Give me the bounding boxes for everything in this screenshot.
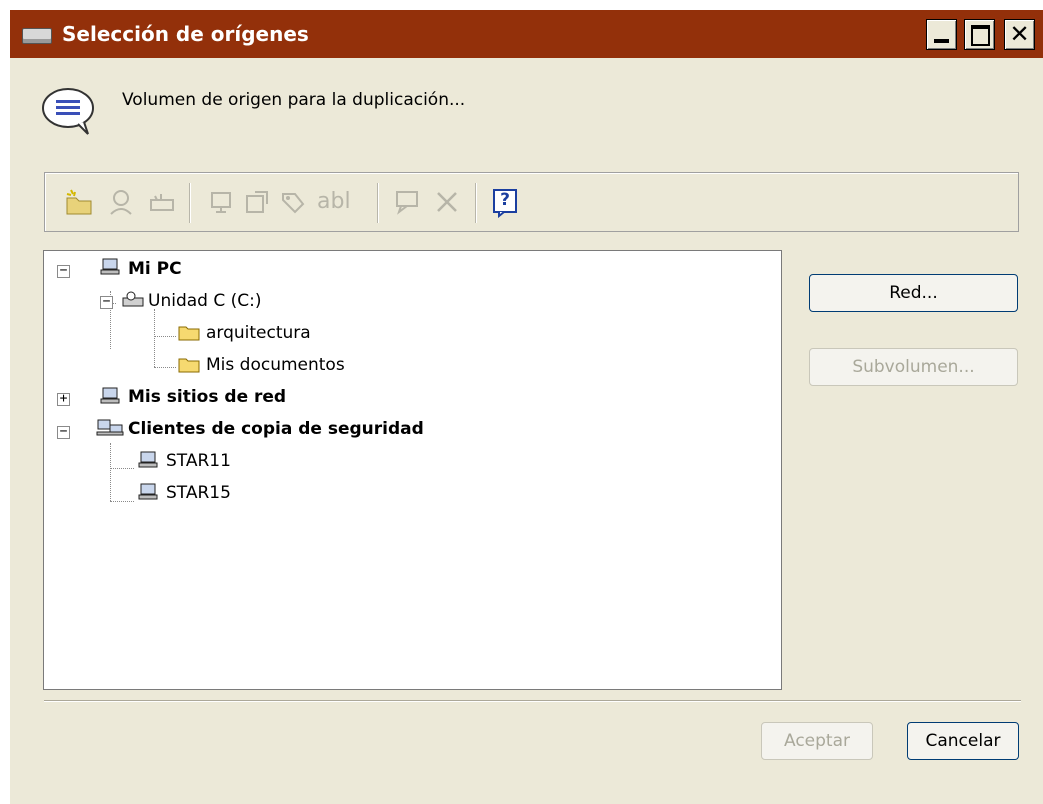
- tree-node-star15[interactable]: STAR15: [166, 479, 231, 507]
- properties-icon[interactable]: [241, 186, 273, 218]
- collapse-unidad-c[interactable]: −: [100, 295, 113, 309]
- dialog-window: Selección de orígenes ✕ Volumen de orige…: [10, 10, 1043, 804]
- tree-node-clientes[interactable]: Clientes de copia de seguridad: [128, 415, 424, 443]
- minimize-button[interactable]: [926, 19, 957, 50]
- help-button[interactable]: ?: [489, 186, 521, 219]
- tree-line: [110, 501, 134, 502]
- close-icon: ✕: [1009, 20, 1030, 48]
- speech-bubble-icon: [42, 88, 94, 135]
- monitor-icon[interactable]: [205, 186, 237, 218]
- toolbar: abl ?: [44, 172, 1019, 232]
- title-bar[interactable]: Selección de orígenes ✕: [10, 10, 1043, 58]
- cancelar-button[interactable]: Cancelar: [907, 722, 1019, 760]
- user-settings-icon[interactable]: [105, 186, 137, 218]
- aceptar-button[interactable]: Aceptar: [761, 722, 873, 760]
- red-button[interactable]: Red...: [809, 274, 1018, 312]
- new-folder-icon[interactable]: [63, 186, 95, 218]
- tree-node-unidad-c[interactable]: Unidad C (C:): [148, 287, 261, 315]
- help-icon: ?: [500, 190, 510, 210]
- tree-line: [110, 443, 111, 501]
- folder-icon: [178, 326, 200, 341]
- maximize-button[interactable]: [964, 19, 995, 50]
- comment-icon[interactable]: [391, 186, 423, 218]
- tree-node-mis-documentos[interactable]: Mis documentos: [206, 351, 345, 379]
- rename-icon[interactable]: abl: [317, 186, 351, 218]
- close-button[interactable]: ✕: [1004, 19, 1035, 50]
- tree-node-star11[interactable]: STAR11: [166, 447, 231, 475]
- toolbar-separator: [377, 183, 379, 223]
- tree-line: [154, 336, 176, 337]
- app-icon: [22, 28, 52, 44]
- collapse-clientes[interactable]: −: [57, 425, 70, 439]
- folder-icon: [178, 358, 200, 373]
- divider: [44, 700, 1021, 702]
- dialog-heading: Volumen de origen para la duplicación...: [122, 90, 466, 110]
- tree-node-arquitectura[interactable]: arquitectura: [206, 319, 311, 347]
- client-computer-icon: [138, 483, 158, 500]
- tree-node-mis-sitios-de-red[interactable]: Mis sitios de red: [128, 383, 286, 411]
- window-title: Selección de orígenes: [62, 22, 309, 46]
- drive-icon[interactable]: [145, 186, 177, 218]
- drive-icon: [122, 291, 144, 307]
- expand-mis-sitios[interactable]: +: [57, 392, 70, 406]
- tree-line: [154, 309, 155, 367]
- toolbar-separator: [189, 183, 191, 223]
- network-computer-icon: [100, 387, 120, 404]
- tag-icon[interactable]: [277, 186, 309, 218]
- tree-line: [110, 468, 134, 469]
- delete-icon[interactable]: [431, 186, 463, 218]
- toolbar-separator: [475, 183, 477, 223]
- computer-icon: [100, 258, 120, 275]
- clients-group-icon: [96, 419, 124, 436]
- subvolumen-button[interactable]: Subvolumen...: [809, 348, 1018, 386]
- collapse-mi-pc[interactable]: −: [57, 264, 70, 278]
- tree-node-mi-pc[interactable]: Mi PC: [128, 255, 182, 283]
- client-computer-icon: [138, 451, 158, 468]
- source-tree[interactable]: − Mi PC − Unidad C (C:) arquitectura Mis…: [43, 250, 782, 690]
- tree-line: [154, 367, 176, 368]
